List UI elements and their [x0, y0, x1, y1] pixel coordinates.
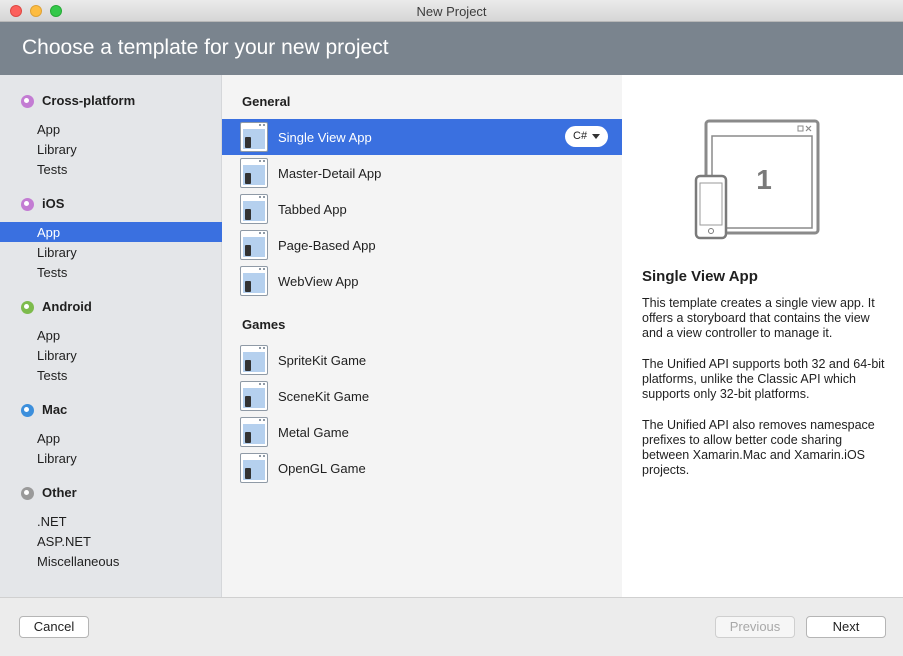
category-mac[interactable]: Mac: [0, 400, 222, 420]
template-label: Master-Detail App: [278, 166, 382, 181]
language-select[interactable]: C#: [565, 126, 608, 147]
sidebar-item-label: Library: [37, 245, 77, 260]
template-icon: [240, 417, 268, 447]
sidebar-item-ios-library[interactable]: Library: [0, 242, 222, 262]
template-icon: [240, 453, 268, 483]
window-titlebar: New Project: [0, 0, 903, 22]
template-master-detail-app[interactable]: Master-Detail App: [222, 155, 622, 191]
sidebar-item-label: Tests: [37, 368, 68, 383]
android-icon: [21, 301, 34, 314]
cancel-button[interactable]: Cancel: [19, 616, 89, 638]
category-other[interactable]: Other: [0, 483, 222, 503]
ios-icon: [21, 198, 34, 211]
detail-description: The Unified API supports both 32 and 64-…: [642, 357, 885, 401]
category-label: Cross-platform: [42, 93, 136, 108]
category-label: Other: [42, 485, 77, 500]
template-icon: [240, 122, 268, 152]
category-android[interactable]: Android: [0, 297, 222, 317]
sidebar-item-label: App: [37, 225, 61, 240]
sidebar-item-cross-platform-app[interactable]: App: [0, 119, 222, 139]
template-icon: [240, 158, 268, 188]
template-label: SpriteKit Game: [278, 353, 367, 368]
sidebar-item-other-miscellaneous[interactable]: Miscellaneous: [0, 551, 222, 571]
sidebar-item-label: Tests: [37, 265, 68, 280]
mac-icon: [21, 404, 34, 417]
detail-description: The Unified API also removes namespace p…: [642, 418, 875, 477]
sidebar-item-label: App: [37, 328, 61, 343]
category-ios[interactable]: iOS: [0, 194, 222, 214]
template-tabbed-app[interactable]: Tabbed App: [222, 191, 622, 227]
preview-number: 1: [756, 164, 772, 195]
sidebar-item-label: Tests: [37, 162, 68, 177]
template-icon: [240, 381, 268, 411]
template-icon: [240, 266, 268, 296]
cross-platform-icon: [21, 95, 34, 108]
template-label: SceneKit Game: [278, 389, 370, 404]
dialog-title: Choose a template for your new project: [22, 36, 389, 59]
detail-title: Single View App: [642, 268, 758, 285]
sidebar-item-other-aspnet[interactable]: ASP.NET: [0, 531, 222, 551]
detail-description: This template creates a single view app.…: [642, 296, 875, 340]
dialog-footer: Cancel Previous Next: [0, 597, 903, 656]
template-spritekit-game[interactable]: SpriteKit Game: [222, 342, 622, 378]
template-icon: [240, 345, 268, 375]
template-page-based-app[interactable]: Page-Based App: [222, 227, 622, 263]
template-metal-game[interactable]: Metal Game: [222, 414, 622, 450]
sidebar-item-label: Library: [37, 348, 77, 363]
sidebar-item-label: Miscellaneous: [37, 554, 120, 569]
template-icon: [240, 230, 268, 260]
sidebar-item-ios-tests[interactable]: Tests: [0, 262, 222, 282]
sidebar-item-cross-platform-library[interactable]: Library: [0, 139, 222, 159]
template-opengl-game[interactable]: OpenGL Game: [222, 450, 622, 486]
template-webview-app[interactable]: WebView App: [222, 263, 622, 299]
sidebar-item-mac-app[interactable]: App: [0, 428, 222, 448]
category-cross-platform[interactable]: Cross-platform: [0, 91, 222, 111]
next-button[interactable]: Next: [806, 616, 886, 638]
sidebar-item-android-library[interactable]: Library: [0, 345, 222, 365]
sidebar-item-label: App: [37, 122, 61, 137]
template-label: WebView App: [278, 274, 359, 289]
template-label: Tabbed App: [278, 202, 347, 217]
sidebar-item-label: Library: [37, 142, 77, 157]
chevron-down-icon: [592, 134, 600, 139]
sidebar-item-other-dotnet[interactable]: .NET: [0, 511, 222, 531]
group-label-general: General: [242, 94, 291, 109]
window-title: New Project: [416, 4, 487, 19]
other-icon: [21, 487, 34, 500]
sidebar-item-cross-platform-tests[interactable]: Tests: [0, 159, 222, 179]
template-label: OpenGL Game: [278, 461, 366, 476]
category-label: Mac: [42, 402, 68, 417]
single-view-app-preview-icon: 1: [694, 119, 820, 240]
sidebar-item-label: App: [37, 431, 61, 446]
sidebar-item-ios-app[interactable]: App: [0, 222, 222, 242]
template-single-view-app[interactable]: Single View App C#: [222, 119, 622, 155]
sidebar-item-mac-library[interactable]: Library: [0, 448, 222, 468]
sidebar-item-android-app[interactable]: App: [0, 325, 222, 345]
category-label: iOS: [42, 196, 65, 211]
template-detail-pane: 1 Single View App This template creates …: [622, 75, 903, 597]
template-icon: [240, 194, 268, 224]
previous-button[interactable]: Previous: [715, 616, 795, 638]
template-scenekit-game[interactable]: SceneKit Game: [222, 378, 622, 414]
category-label: Android: [42, 299, 92, 314]
group-label-games: Games: [242, 317, 286, 332]
sidebar-item-label: .NET: [37, 514, 67, 529]
sidebar-item-label: Library: [37, 451, 77, 466]
template-label: Page-Based App: [278, 238, 376, 253]
language-value: C#: [573, 130, 588, 142]
template-label: Single View App: [278, 130, 372, 145]
sidebar-item-android-tests[interactable]: Tests: [0, 365, 222, 385]
dialog-header: Choose a template for your new project: [0, 22, 903, 75]
sidebar-item-label: ASP.NET: [37, 534, 91, 549]
category-sidebar: Cross-platform App Library Tests iOS App…: [0, 75, 222, 597]
template-list: General Single View App C# Master-Detail…: [222, 75, 622, 597]
template-label: Metal Game: [278, 425, 349, 440]
